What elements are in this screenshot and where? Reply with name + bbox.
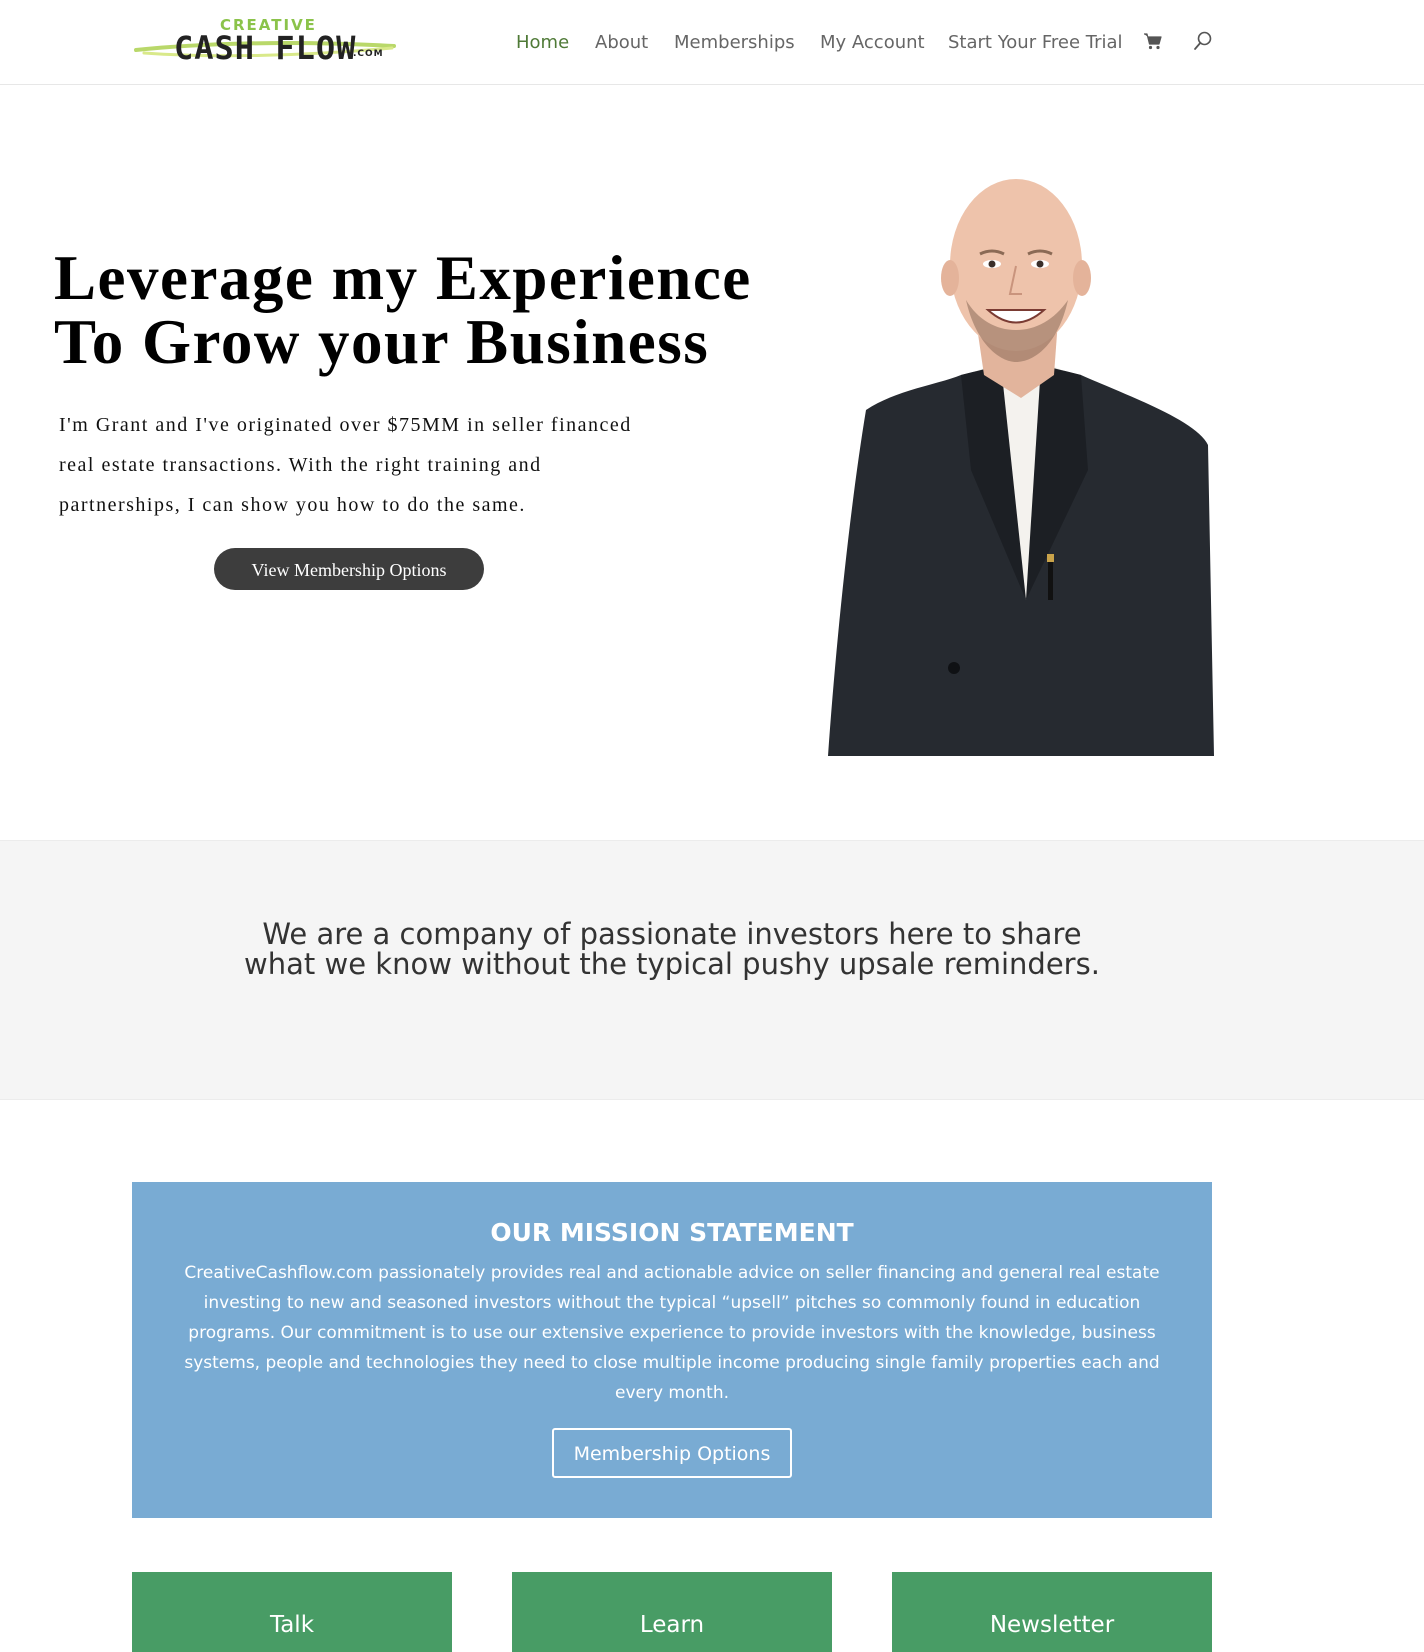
site-logo[interactable]: CREATIVE CASH FLOW .COM: [134, 16, 396, 66]
mission-title: OUR MISSION STATEMENT: [490, 1218, 854, 1247]
logo-com-text: .COM: [353, 49, 384, 59]
mission-body-line: programs. Our commitment is to use our e…: [188, 1323, 1156, 1343]
hero-intro-text: I'm Grant and I've originated over $75MM…: [59, 405, 699, 525]
card-newsletter[interactable]: Newsletter: [892, 1572, 1212, 1652]
mission-body: CreativeCashflow.com passionately provid…: [182, 1258, 1162, 1408]
card-label: Talk: [269, 1612, 315, 1638]
tagline-line: what we know without the typical pushy u…: [244, 947, 1100, 981]
cart-icon[interactable]: [1142, 30, 1164, 52]
view-membership-options-button[interactable]: View Membership Options: [214, 548, 484, 590]
mission-body-line: CreativeCashflow.com passionately provid…: [184, 1263, 1160, 1283]
tagline-band: We are a company of passionate investors…: [0, 840, 1424, 1100]
card-label: Learn: [639, 1612, 705, 1638]
mission-body-line: investing to new and seasoned investors …: [203, 1293, 1141, 1313]
nav-memberships[interactable]: Memberships: [674, 30, 795, 56]
card-talk[interactable]: Talk: [132, 1572, 452, 1652]
mission-body-line: systems, people and technologies they ne…: [184, 1353, 1160, 1373]
logo-cashflow-text: CASH FLOW: [174, 29, 357, 67]
nav-home[interactable]: Home: [516, 30, 569, 56]
nav-my-account[interactable]: My Account: [820, 30, 925, 56]
tagline-line: We are a company of passionate investors…: [262, 917, 1082, 951]
membership-options-button[interactable]: Membership Options: [552, 1428, 792, 1478]
site-header: CREATIVE CASH FLOW .COM Home About Membe…: [0, 0, 1424, 85]
nav-about[interactable]: About: [595, 30, 648, 56]
card-learn[interactable]: Learn: [512, 1572, 832, 1652]
hero-text-line: partnerships, I can show you how to do t…: [59, 494, 526, 516]
founder-portrait: [828, 179, 1214, 756]
hero-text-line: I'm Grant and I've originated over $75MM…: [59, 414, 632, 436]
card-label: Newsletter: [989, 1612, 1115, 1638]
mission-statement-box: OUR MISSION STATEMENT CreativeCashflow.c…: [132, 1182, 1212, 1518]
hero-title-line: Leverage my Experience: [54, 243, 752, 313]
nav-free-trial[interactable]: Start Your Free Trial: [948, 30, 1123, 56]
search-icon[interactable]: [1192, 30, 1214, 52]
hero-title: Leverage my Experience To Grow your Busi…: [54, 246, 774, 374]
mission-body-line: every month.: [614, 1383, 729, 1403]
tagline-text: We are a company of passionate investors…: [0, 919, 1344, 979]
hero-text-line: real estate transactions. With the right…: [59, 454, 542, 476]
hero-title-line: To Grow your Business: [54, 307, 710, 377]
